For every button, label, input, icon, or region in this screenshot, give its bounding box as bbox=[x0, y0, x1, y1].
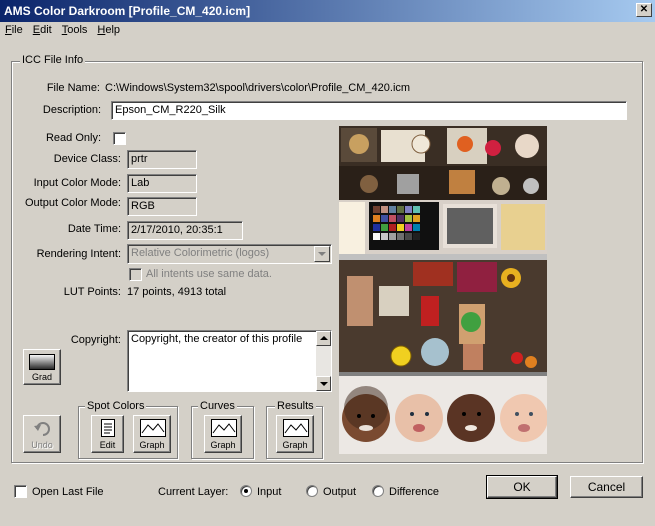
read-only-label: Read Only: bbox=[45, 132, 101, 144]
copyright-textarea[interactable]: Copyright, the creator of this profile bbox=[127, 330, 332, 392]
layer-difference-radio[interactable] bbox=[372, 485, 384, 497]
menu-bar: File Edit Tools Help bbox=[0, 22, 655, 40]
spot-graph-caption: Graph bbox=[139, 440, 165, 450]
results-graph-caption: Graph bbox=[282, 440, 308, 450]
test-image-composite bbox=[339, 126, 547, 454]
all-intents-checkbox bbox=[129, 268, 142, 281]
graph-curve-icon bbox=[140, 419, 166, 437]
results-label: Results bbox=[275, 400, 316, 412]
curves-label: Curves bbox=[198, 400, 237, 412]
menu-edit-mnemonic: E bbox=[32, 24, 41, 36]
menu-file-mnemonic: F bbox=[5, 24, 12, 36]
curves-graph-caption: Graph bbox=[210, 440, 236, 450]
arrow-up-icon bbox=[320, 336, 328, 340]
menu-edit[interactable]: Edit bbox=[28, 22, 57, 36]
undo-arrow-icon bbox=[34, 422, 50, 436]
chevron-down-icon bbox=[318, 252, 326, 256]
copyright-text: Copyright, the creator of this profile bbox=[131, 333, 303, 345]
spot-colors-label: Spot Colors bbox=[85, 400, 147, 412]
curves-graph-button[interactable]: Graph bbox=[204, 415, 242, 453]
rendering-intent-value: Relative Colorimetric (logos) bbox=[131, 247, 270, 259]
description-label: Description: bbox=[42, 104, 101, 116]
title-bar: AMS Color Darkroom [Profile_CM_420.icm] bbox=[0, 0, 655, 22]
rendering-intent-label: Rendering Intent: bbox=[36, 248, 121, 260]
date-time-field: 2/17/2010, 20:35:1 bbox=[127, 221, 243, 240]
menu-help-label: elp bbox=[105, 24, 121, 36]
spot-graph-button[interactable]: Graph bbox=[133, 415, 171, 453]
menu-file[interactable]: File bbox=[0, 22, 28, 36]
menu-tools-label: ools bbox=[67, 24, 88, 36]
input-color-mode-label: Input Color Mode: bbox=[33, 177, 121, 189]
all-intents-label: All intents use same data. bbox=[146, 268, 272, 280]
graph-curve-icon bbox=[211, 419, 237, 437]
icc-group-label: ICC File Info bbox=[20, 54, 86, 66]
file-name-label: File Name: bbox=[46, 82, 100, 94]
close-icon: ✕ bbox=[639, 4, 649, 15]
arrow-down-icon bbox=[320, 382, 328, 386]
current-layer-label: Current Layer: bbox=[158, 486, 229, 498]
ok-button[interactable]: OK bbox=[486, 475, 558, 499]
layer-output-label: Output bbox=[323, 486, 357, 498]
menu-edit-label: dit bbox=[40, 24, 52, 36]
gradient-icon bbox=[29, 354, 55, 370]
description-input[interactable]: Epson_CM_R220_Silk bbox=[111, 101, 627, 120]
menu-tools[interactable]: Tools bbox=[57, 22, 93, 36]
close-button[interactable]: ✕ bbox=[636, 3, 652, 17]
rendering-intent-select: Relative Colorimetric (logos) bbox=[127, 244, 332, 264]
scroll-down-button[interactable] bbox=[316, 376, 331, 391]
cancel-label: Cancel bbox=[587, 480, 626, 494]
lut-points-value: 17 points, 4913 total bbox=[127, 286, 227, 298]
rendering-intent-dropdown-button bbox=[314, 246, 330, 262]
read-only-checkbox[interactable] bbox=[113, 132, 126, 145]
undo-caption: Undo bbox=[31, 440, 53, 450]
menu-file-label: ile bbox=[11, 24, 23, 36]
layer-input-radio[interactable] bbox=[240, 485, 252, 497]
device-class-label: Device Class: bbox=[53, 153, 121, 165]
device-class-field: prtr bbox=[127, 150, 197, 169]
graph-curve-icon bbox=[283, 419, 309, 437]
layer-output-radio[interactable] bbox=[306, 485, 318, 497]
spot-edit-button[interactable]: Edit bbox=[91, 415, 124, 453]
layer-input-label: Input bbox=[257, 486, 282, 498]
menu-help[interactable]: Help bbox=[92, 22, 125, 36]
layer-difference-label: Difference bbox=[389, 486, 439, 498]
spot-edit-caption: Edit bbox=[99, 440, 116, 450]
grad-button[interactable]: Grad bbox=[23, 349, 61, 385]
open-last-file-checkbox[interactable] bbox=[14, 485, 27, 498]
undo-button: Undo bbox=[23, 415, 61, 453]
input-color-mode-field: Lab bbox=[127, 174, 197, 193]
copyright-scrollbar[interactable] bbox=[316, 331, 331, 391]
copyright-label: Copyright: bbox=[70, 334, 121, 346]
ok-label: OK bbox=[513, 480, 531, 494]
file-name-value: C:\Windows\System32\spool\drivers\color\… bbox=[105, 82, 411, 94]
scroll-up-button[interactable] bbox=[316, 331, 331, 346]
open-last-file-label: Open Last File bbox=[32, 486, 104, 498]
lut-points-label: LUT Points: bbox=[63, 286, 121, 298]
results-graph-button[interactable]: Graph bbox=[276, 415, 314, 453]
output-color-mode-label: Output Color Mode: bbox=[25, 197, 121, 209]
window-title: AMS Color Darkroom [Profile_CM_420.icm] bbox=[4, 4, 251, 18]
output-color-mode-field: RGB bbox=[127, 197, 197, 216]
date-time-label: Date Time: bbox=[67, 223, 121, 235]
document-edit-icon bbox=[101, 419, 115, 437]
grad-caption: Grad bbox=[31, 372, 52, 382]
preview-image bbox=[339, 126, 547, 454]
cancel-button[interactable]: Cancel bbox=[570, 476, 643, 498]
